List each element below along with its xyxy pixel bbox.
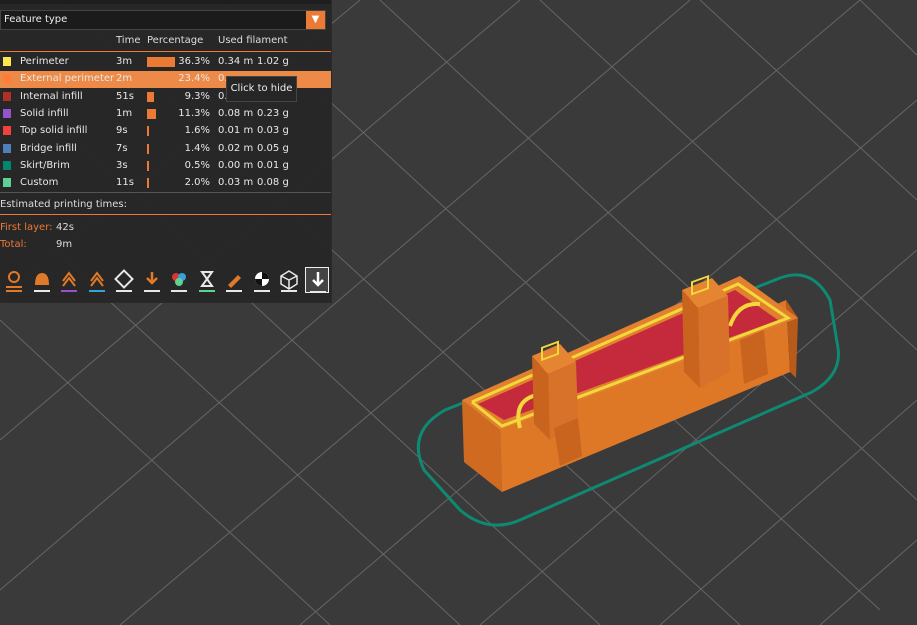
total-value: 9m	[56, 239, 73, 250]
estimated-times-label: Estimated printing times:	[0, 199, 128, 210]
column-header-time: Time	[116, 35, 141, 46]
pause-icon[interactable]	[167, 267, 191, 293]
feature-percentage: 11.3%	[178, 107, 210, 119]
first-layer-label: First layer:	[0, 222, 53, 233]
legend-row-bridge-infill[interactable]: Bridge infill 7s 1.4% 0.02 m 0.05 g	[0, 141, 331, 158]
legend-row-top-solid-infill[interactable]: Top solid infill 9s 1.6% 0.01 m 0.03 g	[0, 123, 331, 140]
column-header-percentage: Percentage	[147, 35, 204, 46]
feature-weight: 0.03 g	[257, 125, 289, 137]
travel-icon[interactable]	[2, 267, 26, 293]
feature-percentage: 9.3%	[184, 90, 210, 102]
legend-row-solid-infill[interactable]: Solid infill 1m 11.3% 0.08 m 0.23 g	[0, 106, 331, 123]
retractions-icon[interactable]	[30, 267, 54, 293]
legend-row-custom[interactable]: Custom 11s 2.0% 0.03 m 0.08 g	[0, 175, 331, 192]
percentage-bar	[147, 74, 166, 85]
color-changes-icon[interactable]	[140, 267, 164, 293]
percentage-bar	[147, 160, 149, 171]
feature-length: 0.08 m	[218, 107, 254, 119]
feature-weight: 0.05 g	[257, 142, 289, 154]
feature-color-swatch	[3, 74, 11, 84]
view-type-combo[interactable]: Feature type ▼	[0, 10, 326, 30]
percentage-bar	[147, 178, 149, 189]
feature-name: Solid infill	[20, 107, 69, 119]
column-header-used-filament: Used filament	[218, 35, 288, 46]
feature-color-swatch	[3, 143, 11, 153]
legend-icon[interactable]	[304, 267, 329, 293]
feature-time: 9s	[116, 125, 128, 137]
tool-changes-icon[interactable]	[112, 267, 136, 293]
combo-selected-label: Feature type	[4, 14, 68, 25]
legend-row-skirt-brim[interactable]: Skirt/Brim 3s 0.5% 0.00 m 0.01 g	[0, 158, 331, 175]
percentage-bar	[147, 143, 149, 154]
unretractions-icon[interactable]	[57, 267, 81, 293]
feature-weight: 0.23 g	[257, 107, 289, 119]
legend-row-perimeter[interactable]: Perimeter 3m 36.3% 0.34 m 1.02 g	[0, 54, 331, 71]
feature-time: 3m	[116, 56, 133, 67]
feature-color-swatch	[3, 91, 11, 101]
seams-icon[interactable]	[85, 267, 109, 293]
feature-color-swatch	[3, 126, 11, 136]
feature-length: 0.34 m	[218, 56, 254, 67]
tower-right-front	[698, 296, 730, 388]
shells-icon[interactable]	[250, 267, 274, 293]
feature-name: Perimeter	[20, 56, 69, 67]
custom-gcode-icon[interactable]	[195, 267, 219, 293]
feature-weight: 1.02 g	[257, 56, 289, 67]
feature-color-swatch	[3, 178, 11, 188]
feature-name: Skirt/Brim	[20, 159, 70, 171]
total-label: Total:	[0, 239, 27, 250]
feature-percentage: 1.4%	[184, 142, 210, 154]
feature-name: Bridge infill	[20, 142, 77, 154]
feature-time: 51s	[116, 90, 134, 102]
sequential-icon[interactable]	[222, 267, 246, 293]
feature-percentage: 36.3%	[178, 56, 210, 67]
feature-length: 0.00 m	[218, 159, 254, 171]
feature-weight: 0.08 g	[257, 177, 289, 189]
feature-length: 0.02 m	[218, 142, 254, 154]
tool-marker-icon[interactable]	[277, 267, 301, 293]
feature-color-swatch	[3, 160, 11, 170]
feature-time: 11s	[116, 177, 134, 189]
feature-percentage: 23.4%	[178, 73, 210, 85]
feature-time: 3s	[116, 159, 128, 171]
percentage-bar	[147, 57, 175, 67]
feature-name: Top solid infill	[20, 125, 88, 137]
feature-time: 2m	[116, 73, 133, 85]
dropdown-arrow-icon[interactable]: ▼	[306, 11, 325, 29]
feature-name: Custom	[20, 177, 59, 189]
percentage-bar	[147, 108, 156, 119]
legend-panel: Feature type ▼ Time Percentage Used fila…	[0, 0, 332, 303]
feature-percentage: 1.6%	[184, 125, 210, 137]
feature-name: Internal infill	[20, 90, 83, 102]
tooltip: Click to hide	[226, 76, 297, 102]
feature-name: External perimeter	[20, 73, 115, 85]
feature-time: 1m	[116, 107, 133, 119]
first-layer-value: 42s	[56, 222, 74, 233]
panel-top-strip	[0, 0, 331, 4]
header-divider	[0, 51, 331, 52]
feature-color-swatch	[3, 57, 11, 66]
section-divider	[0, 192, 331, 193]
feature-length: 0.01 m	[218, 125, 254, 137]
options-toolbar	[0, 267, 331, 295]
feature-length: 0.03 m	[218, 177, 254, 189]
feature-time: 7s	[116, 142, 128, 154]
feature-color-swatch	[3, 108, 11, 118]
percentage-bar	[147, 126, 149, 137]
feature-percentage: 0.5%	[184, 159, 210, 171]
feature-weight: 0.01 g	[257, 159, 289, 171]
estimated-divider	[0, 214, 331, 215]
feature-percentage: 2.0%	[184, 177, 210, 189]
percentage-bar	[147, 91, 155, 102]
printed-part	[462, 274, 798, 492]
